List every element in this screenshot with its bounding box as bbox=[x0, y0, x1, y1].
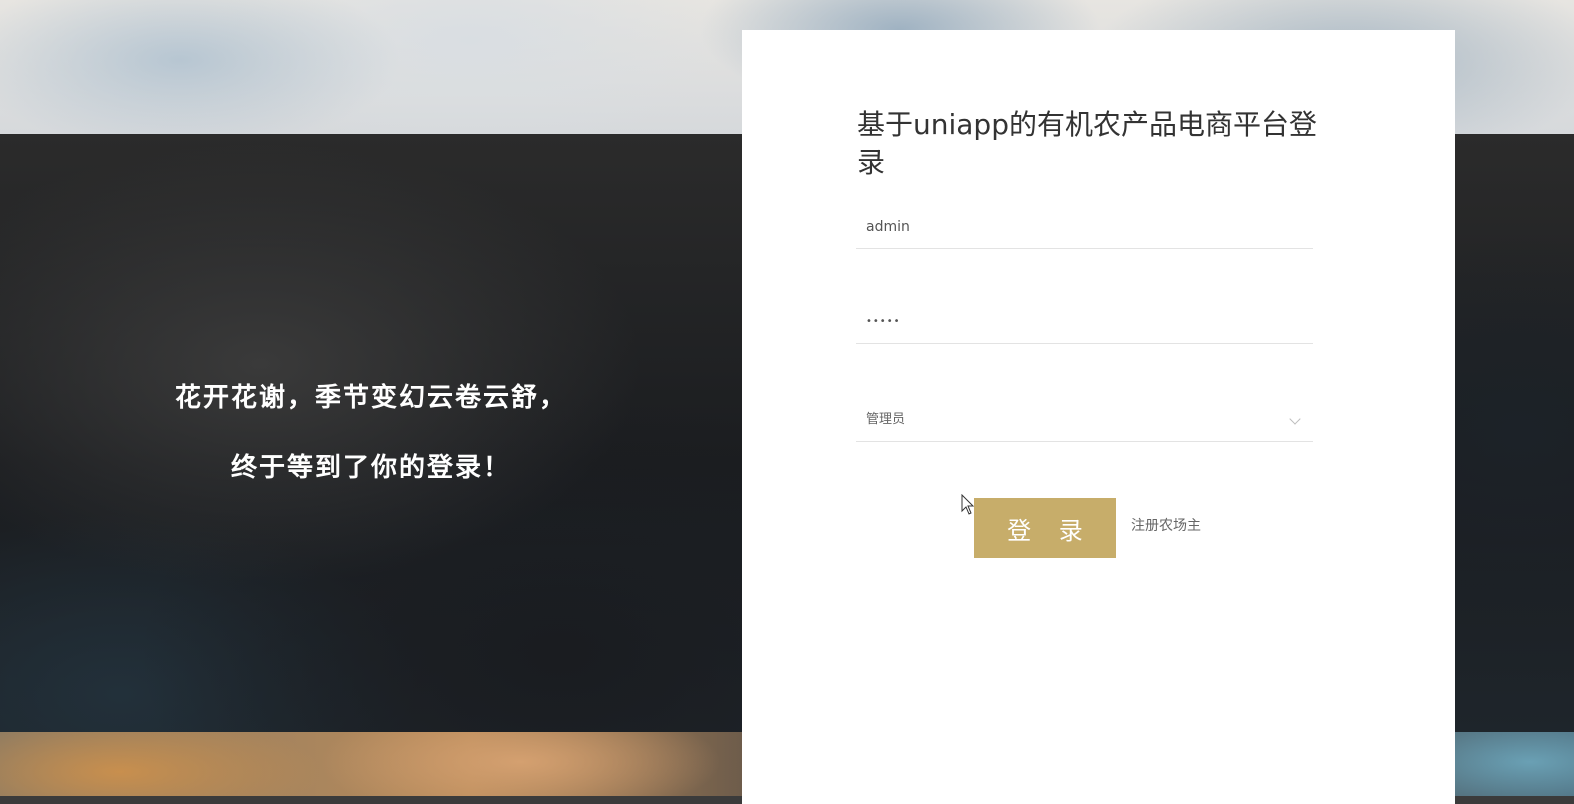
login-button[interactable]: 登 录 bbox=[974, 498, 1116, 558]
username-input[interactable] bbox=[856, 205, 1313, 248]
login-panel: 基于uniapp的有机农产品电商平台登录 管理员 登 录 注册农场主 bbox=[742, 30, 1455, 804]
username-field bbox=[856, 205, 1313, 249]
password-field bbox=[856, 300, 1313, 344]
slogan-line-1: 花开花谢，季节变幻云卷云舒， bbox=[174, 383, 567, 413]
welcome-slogan: 花开花谢，季节变幻云卷云舒， 终于等到了你的登录！ bbox=[0, 372, 742, 512]
slogan-line-2: 终于等到了你的登录！ bbox=[230, 453, 511, 483]
password-input[interactable] bbox=[856, 300, 1313, 343]
cursor-icon bbox=[961, 494, 975, 515]
role-select[interactable]: 管理员 bbox=[856, 398, 1313, 442]
role-select-value: 管理员 bbox=[866, 412, 906, 427]
login-page: 花开花谢，季节变幻云卷云舒， 终于等到了你的登录！ 基于uniapp的有机农产品… bbox=[0, 0, 1574, 804]
register-farmer-link[interactable]: 注册农场主 bbox=[1131, 516, 1201, 536]
page-title: 基于uniapp的有机农产品电商平台登录 bbox=[857, 108, 1317, 179]
